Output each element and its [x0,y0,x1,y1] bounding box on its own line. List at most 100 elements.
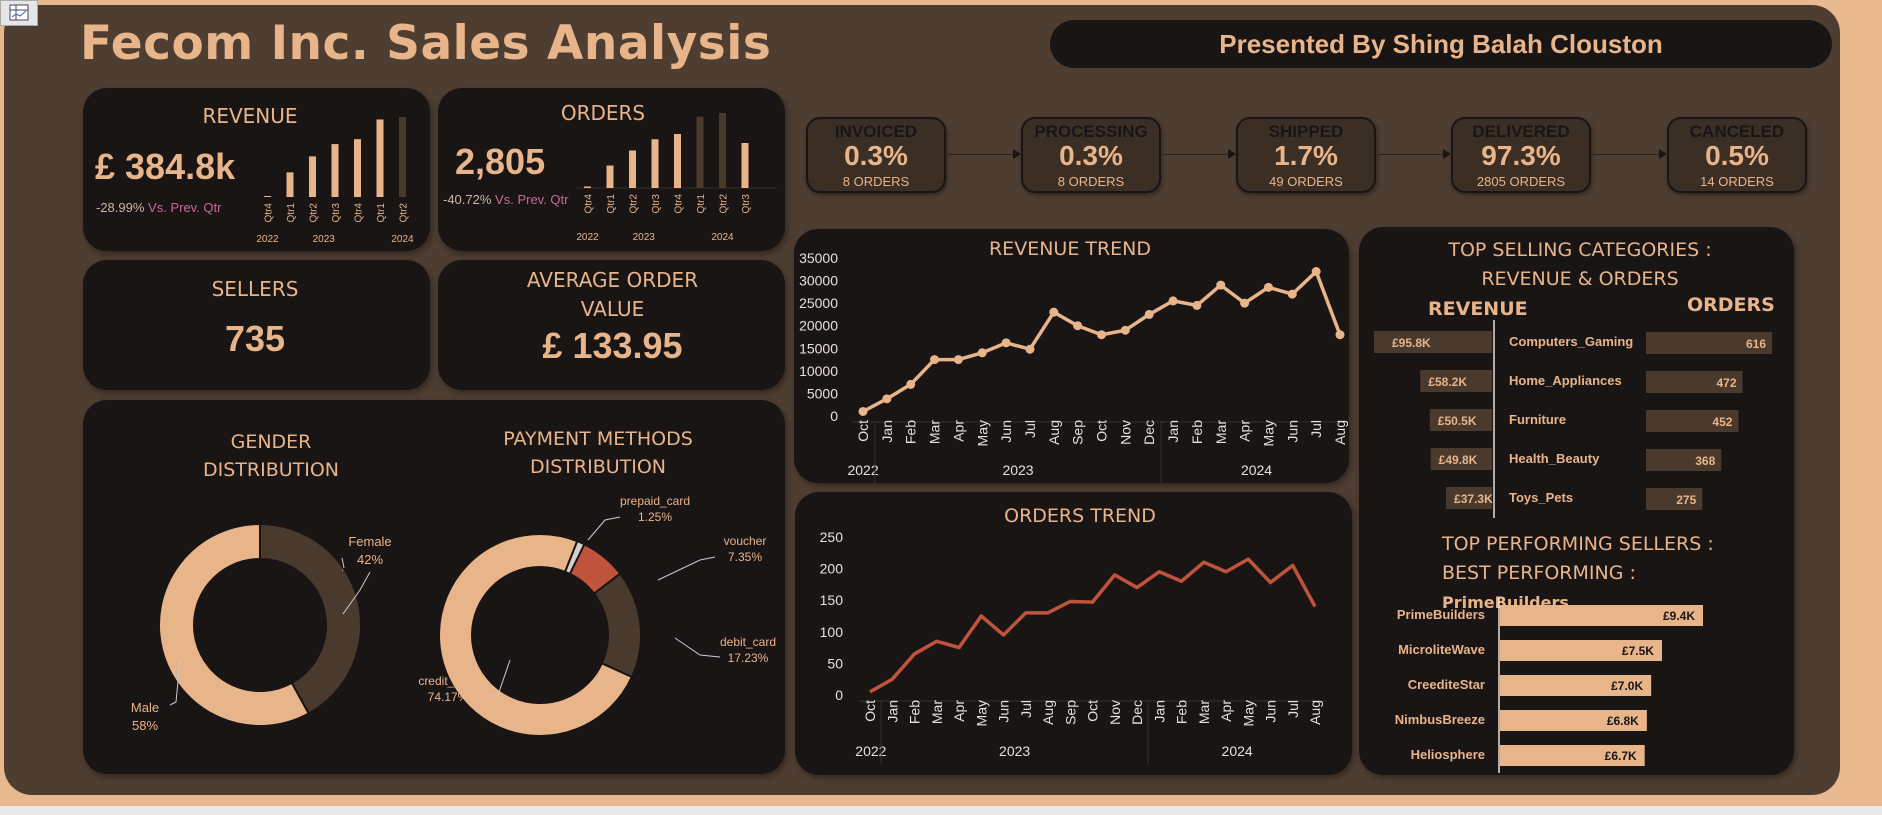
tick-label: Qtr3 [651,194,662,214]
dashboard-title: Fecom Inc. Sales Analysis [80,16,772,71]
gender-title-line2: DISTRIBUTION [202,459,340,481]
x-tick-label: Jul [1018,700,1034,718]
revenue-change-value: -28.99% [96,200,145,215]
top-categories-title-line2: REVENUE & ORDERS [1481,268,1679,290]
x-tick-label: May [973,700,989,726]
category-label: Home_Appliances [1509,373,1622,388]
x-tick-label: Jan [1165,420,1181,443]
x-tick-label: Feb [903,420,919,444]
status-label: INVOICED [834,122,918,141]
x-tick-label: Nov [1117,420,1133,445]
y-tick-label: 30000 [799,273,838,289]
top-sellers-title-line1: TOP PERFORMING SELLERS : [1442,533,1714,555]
revenue-value-label: £58.2K [1428,375,1467,389]
x-tick-label: Mar [927,420,943,444]
x-tick-label: Feb [1174,700,1190,724]
revenue-change: -28.99% Vs. Prev. Qtr [96,200,221,215]
group-label: 2024 [391,234,414,245]
sheet-icon[interactable] [0,0,38,26]
data-point [882,394,892,404]
x-tick-label: Feb [907,700,923,724]
bar [719,113,726,188]
top-categories-title: TOP SELLING CATEGORIES : REVENUE & ORDER… [1400,236,1760,294]
x-tick-label: Oct [855,420,871,442]
aov-label-line1: AVERAGE ORDER [526,268,699,292]
data-point [1216,280,1226,290]
data-point [977,348,987,358]
slice-label: Male [131,700,159,715]
top-categories-title-line1: TOP SELLING CATEGORIES : [1448,239,1712,261]
slice-label: credit_card [418,674,477,688]
pipeline-arrow [1378,149,1451,159]
orders-change: -40.72% Vs. Prev. Qtr [443,192,568,207]
revenue-value-label: £50.5K [1438,414,1477,428]
group-label: 2023 [1002,462,1033,478]
revenue-value: £ 384.8k [95,146,236,187]
bar [741,143,749,188]
group-label: 2023 [633,232,656,243]
bar [331,144,339,197]
y-tick-label: 35000 [799,250,838,266]
status-percent: 97.3% [1481,140,1561,171]
revenue-trend-chart: 0 5000 10000 15000 20000 25000 30000 35000 Oct Ja… [799,250,1349,483]
group-label: 2024 [711,232,734,243]
data-point [1073,321,1083,331]
status-count: 49 ORDERS [1269,174,1343,189]
group-label: 2022 [855,743,886,759]
group-label: 2024 [1241,462,1272,478]
status-card-processing: PROCESSING 0.3% 8 ORDERS [1021,117,1161,193]
seller-value-label: £6.8K [1607,714,1639,728]
group-label: 2022 [576,232,599,243]
data-point [906,379,916,389]
x-tick-label: Jul [1285,700,1301,718]
status-label: DELIVERED [1472,122,1570,141]
data-point [1144,309,1154,319]
x-tick-label: May [1240,700,1256,726]
x-tick-label: Jul [1022,420,1038,438]
x-tick-label: Jun [1284,420,1300,443]
x-tick-label: Apr [1237,420,1253,442]
status-percent: 1.7% [1274,140,1338,171]
revenue-value-label: £49.8K [1439,453,1478,467]
x-tick-label: May [974,420,990,446]
orders-quarterly-chart: Qtr4 Qtr1 Qtr2 Qtr3 Qtr4 Qtr1 Qtr2 Qtr3 2022 2023… [576,113,777,243]
status-label: CANCELED [1689,122,1785,141]
payment-title-line2: DISTRIBUTION [529,456,667,478]
tick-label: Qtr4 [264,203,275,223]
x-tick-label: Mar [1213,420,1229,444]
x-tick-label: Mar [1196,700,1212,724]
x-tick-label: Apr [951,700,967,722]
bar [376,119,384,197]
x-tick-label: Dec [1141,420,1157,445]
aov-label-line2: VALUE [580,297,645,321]
slice-percent: 74.17% [428,690,469,704]
x-tick-label: Oct [862,700,878,722]
pipeline-arrow [1163,149,1236,159]
status-count: 14 ORDERS [1700,174,1774,189]
x-tick-label: May [1260,420,1276,446]
category-label: Furniture [1509,412,1566,427]
seller-value-label: £6.7K [1605,749,1637,763]
top-categories-chart: £95.8K Computers_Gaming 616 £58.2K Home_Appl… [1374,320,1772,518]
tick-label: Qtr2 [399,203,410,223]
data-point [1001,338,1011,348]
status-count: 8 ORDERS [1057,174,1125,189]
sheet-tab-strip [0,806,1882,815]
payment-title-line1: PAYMENT METHODS [503,428,693,450]
seller-label: NimbusBreeze [1395,712,1485,727]
status-count: 8 ORDERS [842,174,910,189]
x-tick-label: Dec [1129,700,1145,725]
slice-percent: 1.25% [638,510,672,524]
gender-title: GENDER DISTRIBUTION [171,428,371,484]
bar [584,186,591,188]
status-label: SHIPPED [1268,122,1344,141]
sellers-value: 735 [224,318,286,359]
tick-label: Qtr1 [696,194,707,214]
slice-label: prepaid_card [620,494,690,508]
x-tick-label: Jul [1308,420,1324,438]
slice-percent: 58% [132,718,158,733]
data-point [1335,330,1345,340]
y-tick-label: 10000 [799,363,838,379]
slice [259,522,362,715]
seller-label: Heliosphere [1411,747,1485,762]
